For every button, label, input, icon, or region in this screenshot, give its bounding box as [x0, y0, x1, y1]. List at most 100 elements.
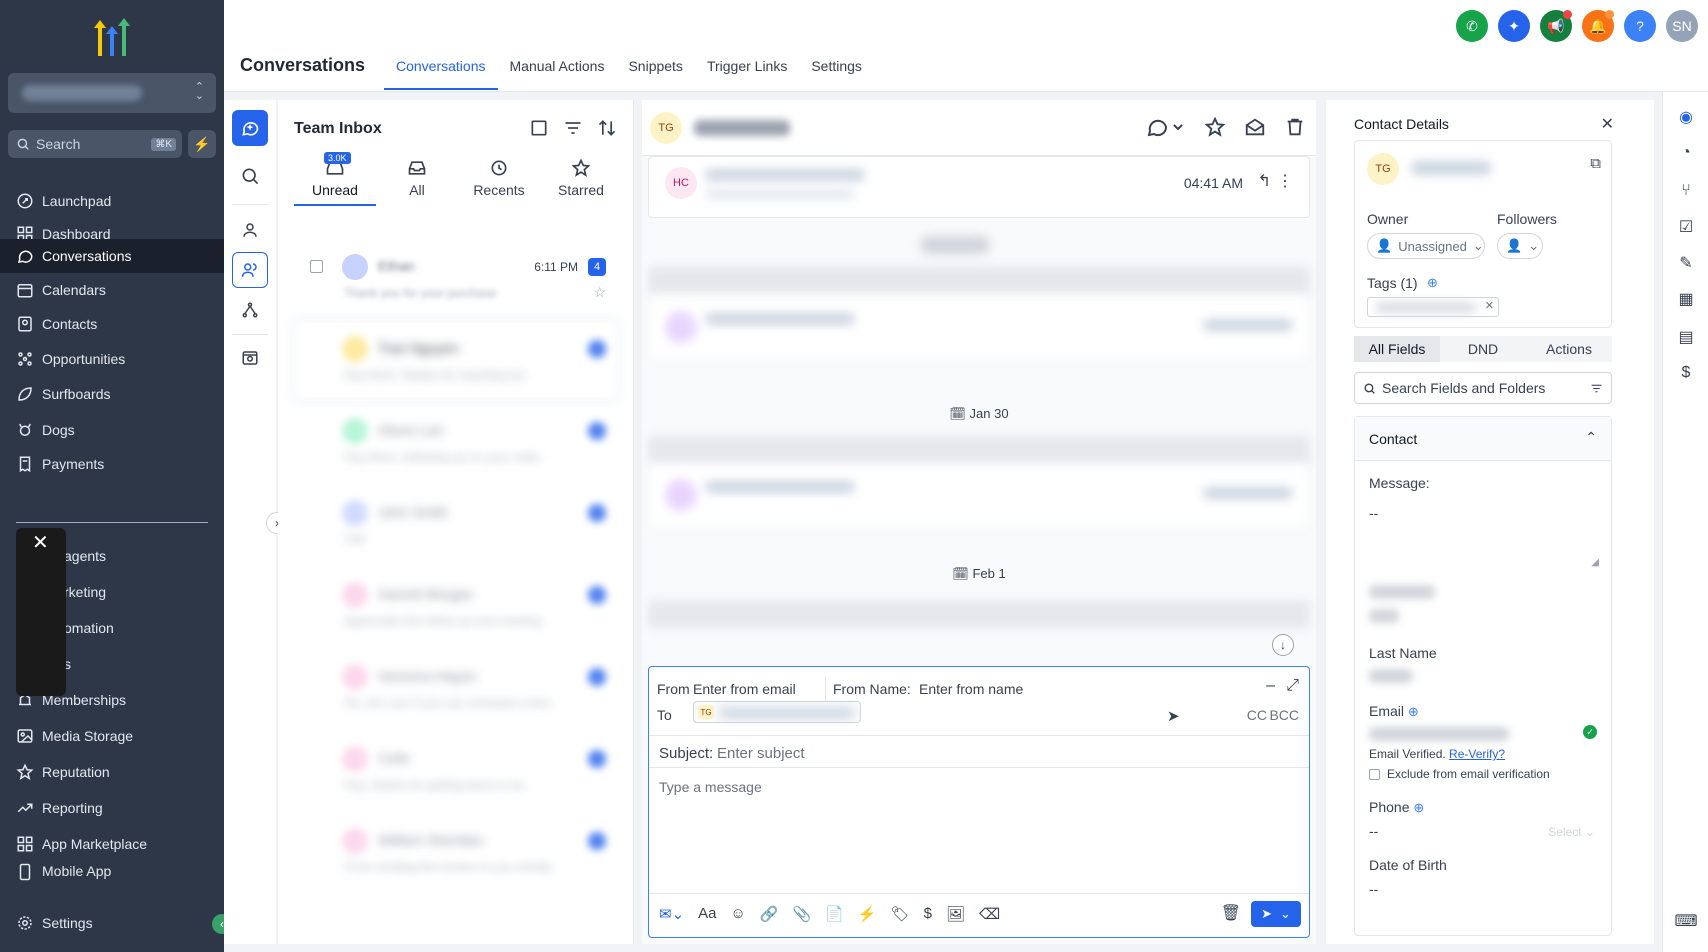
star-icon[interactable]: ☆ — [593, 284, 606, 301]
filter-icon[interactable] — [563, 118, 583, 138]
sidebar-item-opportunities[interactable]: Opportunities — [0, 342, 224, 376]
payment-dollar-icon[interactable]: $ — [1675, 362, 1697, 384]
message-input[interactable]: Type a message — [659, 779, 762, 795]
team-icon[interactable] — [232, 252, 268, 288]
minimize-icon[interactable]: – — [1266, 677, 1275, 695]
dob-value[interactable]: -- — [1369, 881, 1378, 897]
tab-unread[interactable]: 3.0K Unread — [294, 150, 376, 206]
sidebar-item-surfboards[interactable]: Surfboards — [0, 377, 224, 411]
subject-input[interactable]: Enter subject — [717, 745, 805, 762]
close-icon[interactable]: ✕ — [1601, 114, 1614, 134]
network-icon[interactable] — [232, 292, 268, 328]
remove-tag-icon[interactable]: ✕ — [1485, 299, 1494, 312]
channel-email-icon[interactable]: ✉⌄ — [659, 905, 684, 923]
tab-starred[interactable]: Starred — [540, 150, 622, 206]
tab-manual-actions[interactable]: Manual Actions — [498, 50, 617, 90]
followers-select[interactable]: 👤 ⌄ — [1497, 233, 1543, 259]
list-item[interactable]: William Sheridan I'll be sending the invo… — [294, 812, 618, 892]
tab-all-fields[interactable]: All Fields — [1354, 336, 1440, 362]
envelope-open-icon[interactable] — [1244, 116, 1266, 138]
person-icon[interactable] — [232, 212, 268, 248]
bcc-button[interactable]: BCC — [1269, 707, 1299, 723]
sidebar-item-settings[interactable]: Settings — [0, 906, 224, 940]
contact-profile-icon[interactable]: ◉ — [1675, 106, 1697, 128]
history-icon[interactable]: ◔ — [1675, 142, 1697, 164]
bell-icon[interactable]: 🔔 — [1582, 10, 1614, 42]
text-format-icon[interactable]: Aa — [698, 905, 716, 923]
reverify-link[interactable]: Re-Verify? — [1449, 747, 1505, 761]
phone-value[interactable]: -- — [1369, 823, 1378, 839]
account-switcher[interactable]: ⌃ ⌄ — [8, 73, 216, 113]
close-icon[interactable]: ✕ — [32, 530, 49, 555]
new-message-icon[interactable] — [232, 110, 268, 146]
search-icon[interactable] — [232, 158, 268, 194]
reply-icon[interactable]: ↰ — [1258, 171, 1271, 191]
image-icon[interactable]: 🖼 — [946, 905, 965, 923]
list-item[interactable]: Veronica Hayes Ok, let's see if you can s… — [294, 648, 618, 728]
scroll-down-icon[interactable]: ↓ — [1272, 634, 1294, 656]
tab-trigger-links[interactable]: Trigger Links — [695, 50, 799, 90]
cc-button[interactable]: CC — [1247, 707, 1267, 723]
sidebar-item-reputation[interactable]: Reputation — [0, 755, 224, 789]
emoji-icon[interactable]: ☺ — [731, 905, 746, 923]
fields-search-input[interactable]: Search Fields and Folders — [1354, 372, 1612, 404]
bolt-icon[interactable]: ⚡ — [858, 905, 877, 923]
tab-actions[interactable]: Actions — [1526, 336, 1612, 362]
message-field-value[interactable]: -- — [1369, 505, 1378, 521]
sidebar-search[interactable]: Search ⌘K — [8, 130, 182, 158]
add-email-icon[interactable]: ⊕ — [1408, 704, 1419, 719]
phone-icon[interactable]: ✆ — [1456, 10, 1488, 42]
tab-snippets[interactable]: Snippets — [616, 50, 694, 90]
preview-icon[interactable] — [232, 340, 268, 376]
attachment-icon[interactable]: 📎 — [793, 905, 812, 923]
recipient-chip[interactable]: TG — [693, 701, 861, 723]
expand-icon[interactable]: ⤢ — [1286, 677, 1299, 695]
select-all-icon[interactable] — [529, 118, 549, 138]
sidebar-item-launchpad[interactable]: Launchpad — [0, 184, 224, 218]
list-item[interactable]: Tran Nguyen Hey there, thanks for reachin… — [294, 320, 618, 400]
star-icon[interactable] — [1204, 116, 1226, 138]
megaphone-icon[interactable]: 📢 — [1540, 10, 1572, 42]
keyboard-icon[interactable]: ⌨ — [1674, 910, 1697, 932]
sidebar-item-app-marketplace[interactable]: App Marketplace — [0, 827, 224, 861]
document-icon[interactable]: 📄 — [825, 905, 844, 923]
from-email-field[interactable]: Enter from email — [693, 681, 796, 697]
trash-icon[interactable] — [1284, 116, 1306, 138]
tab-recents[interactable]: Recents — [458, 150, 540, 206]
filter-icon[interactable] — [1590, 382, 1603, 395]
sidebar-item-contacts[interactable]: Contacts — [0, 307, 224, 341]
quick-action-bolt-icon[interactable]: ⚡ — [188, 130, 216, 158]
sidebar-item-conversations[interactable]: Conversations — [0, 239, 224, 273]
list-item[interactable]: Colin Hey, thanks for getting back to me — [294, 730, 618, 810]
list-item[interactable]: Ethan 6:11 PM 4 Thank you for your purch… — [294, 238, 618, 318]
dollar-icon[interactable]: $ — [924, 905, 932, 923]
help-icon[interactable]: ? — [1624, 10, 1656, 42]
from-name-field[interactable]: Enter from name — [919, 681, 1023, 697]
exclude-verification-checkbox[interactable] — [1369, 769, 1380, 780]
workflow-icon[interactable]: ⑂ — [1675, 180, 1697, 202]
row-checkbox[interactable] — [310, 260, 323, 273]
list-item[interactable]: John Smith Call — [294, 484, 618, 564]
notes-pencil-icon[interactable]: ✎ — [1675, 252, 1697, 274]
add-tag-icon[interactable]: ⊕ — [1427, 275, 1438, 291]
list-item[interactable]: Garrett Morgan Appreciate the follow up a… — [294, 566, 618, 646]
tab-dnd[interactable]: DND — [1440, 336, 1526, 362]
sidebar-item-payments[interactable]: Payments — [0, 447, 224, 481]
clear-icon[interactable]: ⌫ — [979, 905, 1000, 923]
trash-icon[interactable]: 🗑 — [1221, 903, 1241, 923]
sidebar-item-calendars[interactable]: Calendars — [0, 273, 224, 307]
chat-bubble-icon[interactable] — [1146, 116, 1186, 138]
tag-icon[interactable]: 🏷 — [891, 905, 910, 923]
document-icon[interactable]: ▤ — [1675, 326, 1697, 348]
tab-all[interactable]: All — [376, 150, 458, 206]
add-phone-icon[interactable]: ⊕ — [1413, 800, 1424, 815]
external-link-icon[interactable]: ⧉ — [1590, 155, 1601, 172]
task-clipboard-icon[interactable]: ☑ — [1675, 216, 1697, 238]
sidebar-item-dogs[interactable]: Dogs — [0, 413, 224, 447]
section-header[interactable]: Contact ⌃ — [1355, 417, 1611, 461]
more-icon[interactable]: ⋮ — [1277, 171, 1293, 191]
sidebar-item-mobile-app[interactable]: Mobile App — [0, 863, 224, 885]
resize-handle-icon[interactable]: ◢ — [1591, 557, 1599, 568]
sidebar-item-reporting[interactable]: Reporting — [0, 791, 224, 825]
tab-settings[interactable]: Settings — [799, 50, 874, 90]
